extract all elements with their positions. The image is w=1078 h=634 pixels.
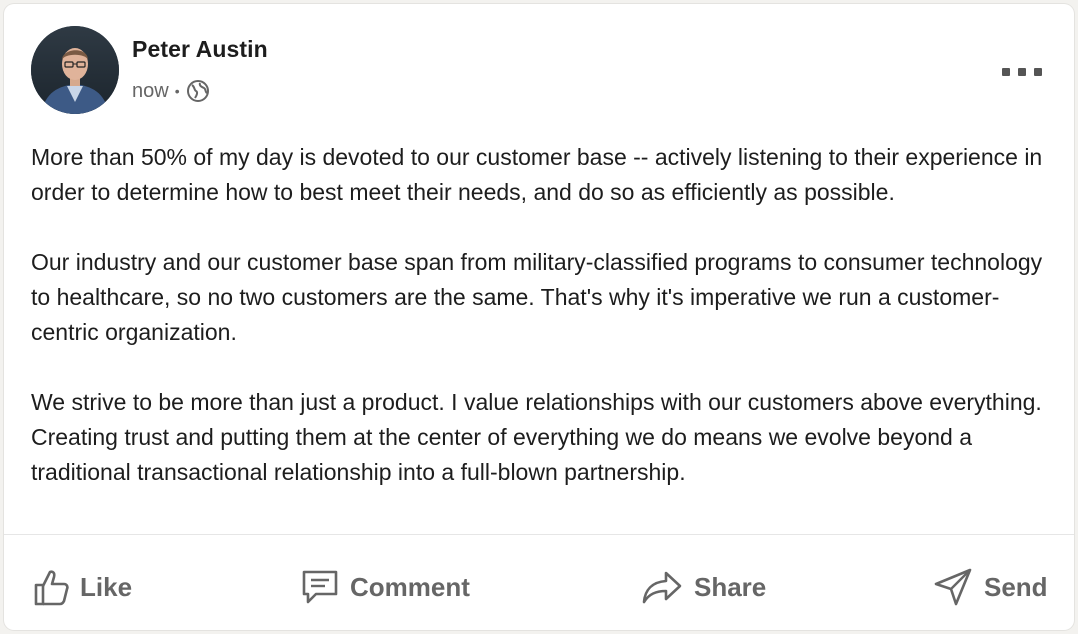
globe-icon [186, 79, 210, 103]
send-icon [934, 568, 972, 606]
ellipsis-icon[interactable] [1002, 62, 1042, 82]
post-meta: now • [132, 78, 210, 104]
comment-button[interactable]: Comment [300, 552, 470, 622]
share-button[interactable]: Share [640, 552, 766, 622]
meta-separator: • [174, 83, 180, 99]
send-button[interactable]: Send [932, 552, 1048, 622]
post-paragraph: Our industry and our customer base span … [31, 249, 1043, 345]
post-timestamp: now [132, 79, 169, 102]
post-actions: Like Comment Share Send [4, 552, 1074, 622]
author-name[interactable]: Peter Austin [132, 36, 268, 63]
share-arrow-icon [642, 571, 682, 604]
avatar-image [31, 26, 119, 114]
like-label: Like [80, 571, 133, 602]
post-paragraph: More than 50% of my day is devoted to ou… [31, 144, 1043, 205]
post-paragraph: We strive to be more than just a product… [31, 389, 1042, 485]
actions-divider [4, 534, 1074, 535]
post-card: Peter Austin now • More than 50% of my d… [4, 4, 1074, 630]
author-avatar[interactable] [31, 26, 119, 114]
comment-icon [302, 570, 338, 604]
post-body: More than 50% of my day is devoted to ou… [31, 140, 1051, 525]
thumbs-up-icon [34, 570, 69, 606]
like-button[interactable]: Like [32, 552, 132, 622]
send-label: Send [984, 571, 1048, 602]
post-header: Peter Austin now • [4, 4, 1074, 124]
comment-label: Comment [350, 571, 470, 602]
share-label: Share [694, 571, 767, 602]
